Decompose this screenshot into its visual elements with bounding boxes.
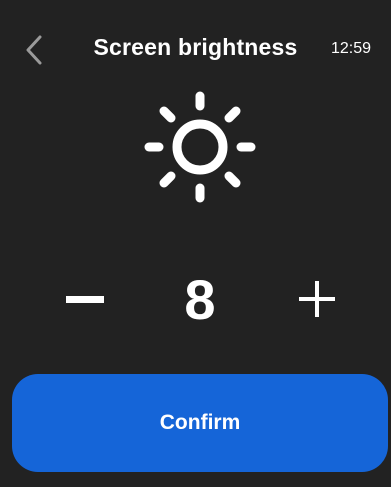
brightness-stepper: 8 (0, 260, 391, 340)
brightness-screen: Screen brightness 12:59 8 Confirm (0, 0, 391, 487)
chevron-left-icon (26, 35, 42, 65)
minus-icon (66, 296, 104, 303)
increase-button[interactable] (292, 274, 342, 324)
brightness-value: 8 (184, 268, 216, 331)
clock-time: 12:59 (330, 40, 371, 57)
plus-icon (299, 281, 335, 317)
decrease-button[interactable] (60, 278, 110, 322)
confirm-button[interactable]: Confirm (12, 374, 388, 472)
back-button[interactable] (18, 30, 50, 70)
sun-icon (144, 91, 256, 203)
